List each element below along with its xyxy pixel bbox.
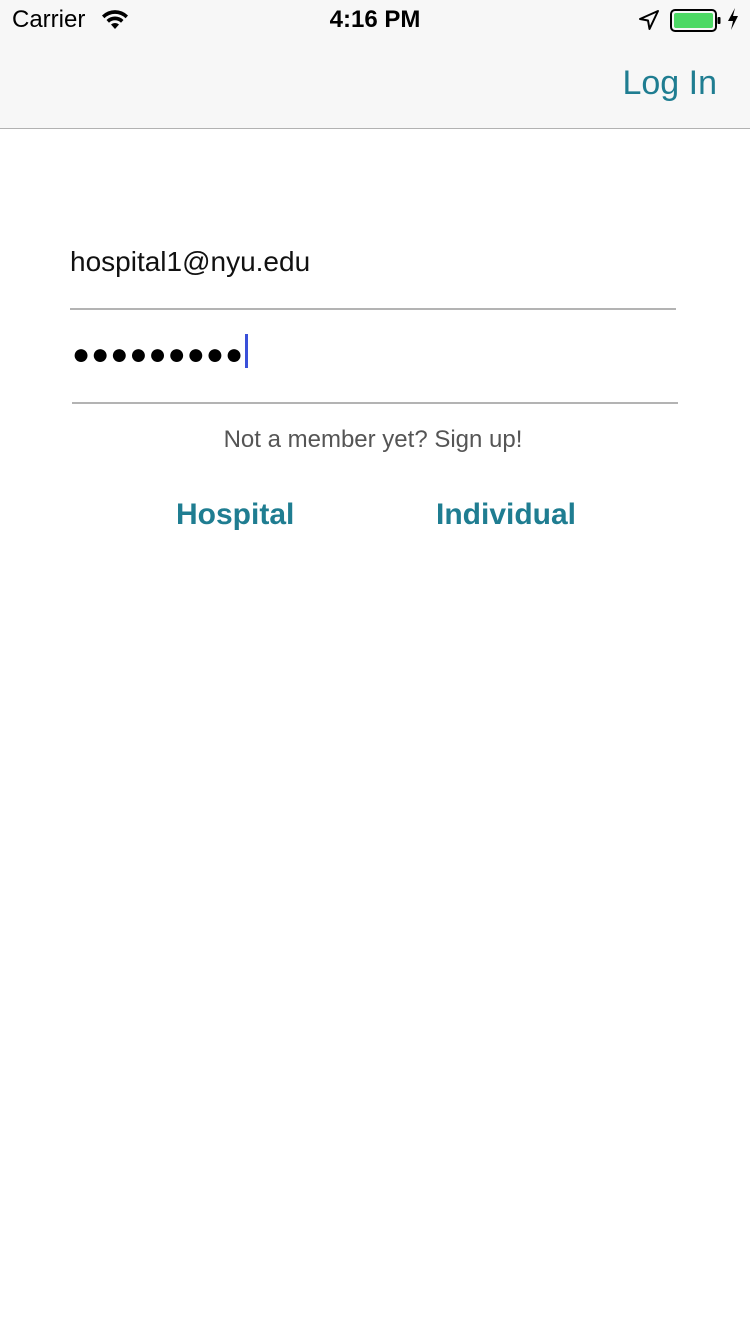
hospital-signup-button[interactable]: Hospital	[176, 498, 294, 532]
individual-signup-button[interactable]: Individual	[436, 498, 576, 532]
email-underline	[70, 308, 676, 310]
location-arrow-icon	[638, 9, 660, 36]
text-caret	[245, 334, 249, 368]
status-bar: Carrier 4:16 PM	[0, 0, 750, 40]
password-field[interactable]: ●●●●●●●●●	[72, 334, 678, 374]
navigation-bar: Log In	[0, 40, 750, 129]
email-field[interactable]: hospital1@nyu.edu	[70, 240, 676, 284]
charging-bolt-icon	[726, 7, 740, 36]
battery-icon	[670, 9, 722, 38]
password-underline	[72, 402, 678, 404]
signup-prompt: Not a member yet? Sign up!	[223, 426, 523, 453]
password-dots: ●●●●●●●●●	[72, 338, 245, 371]
login-button[interactable]: Log In	[622, 64, 717, 103]
